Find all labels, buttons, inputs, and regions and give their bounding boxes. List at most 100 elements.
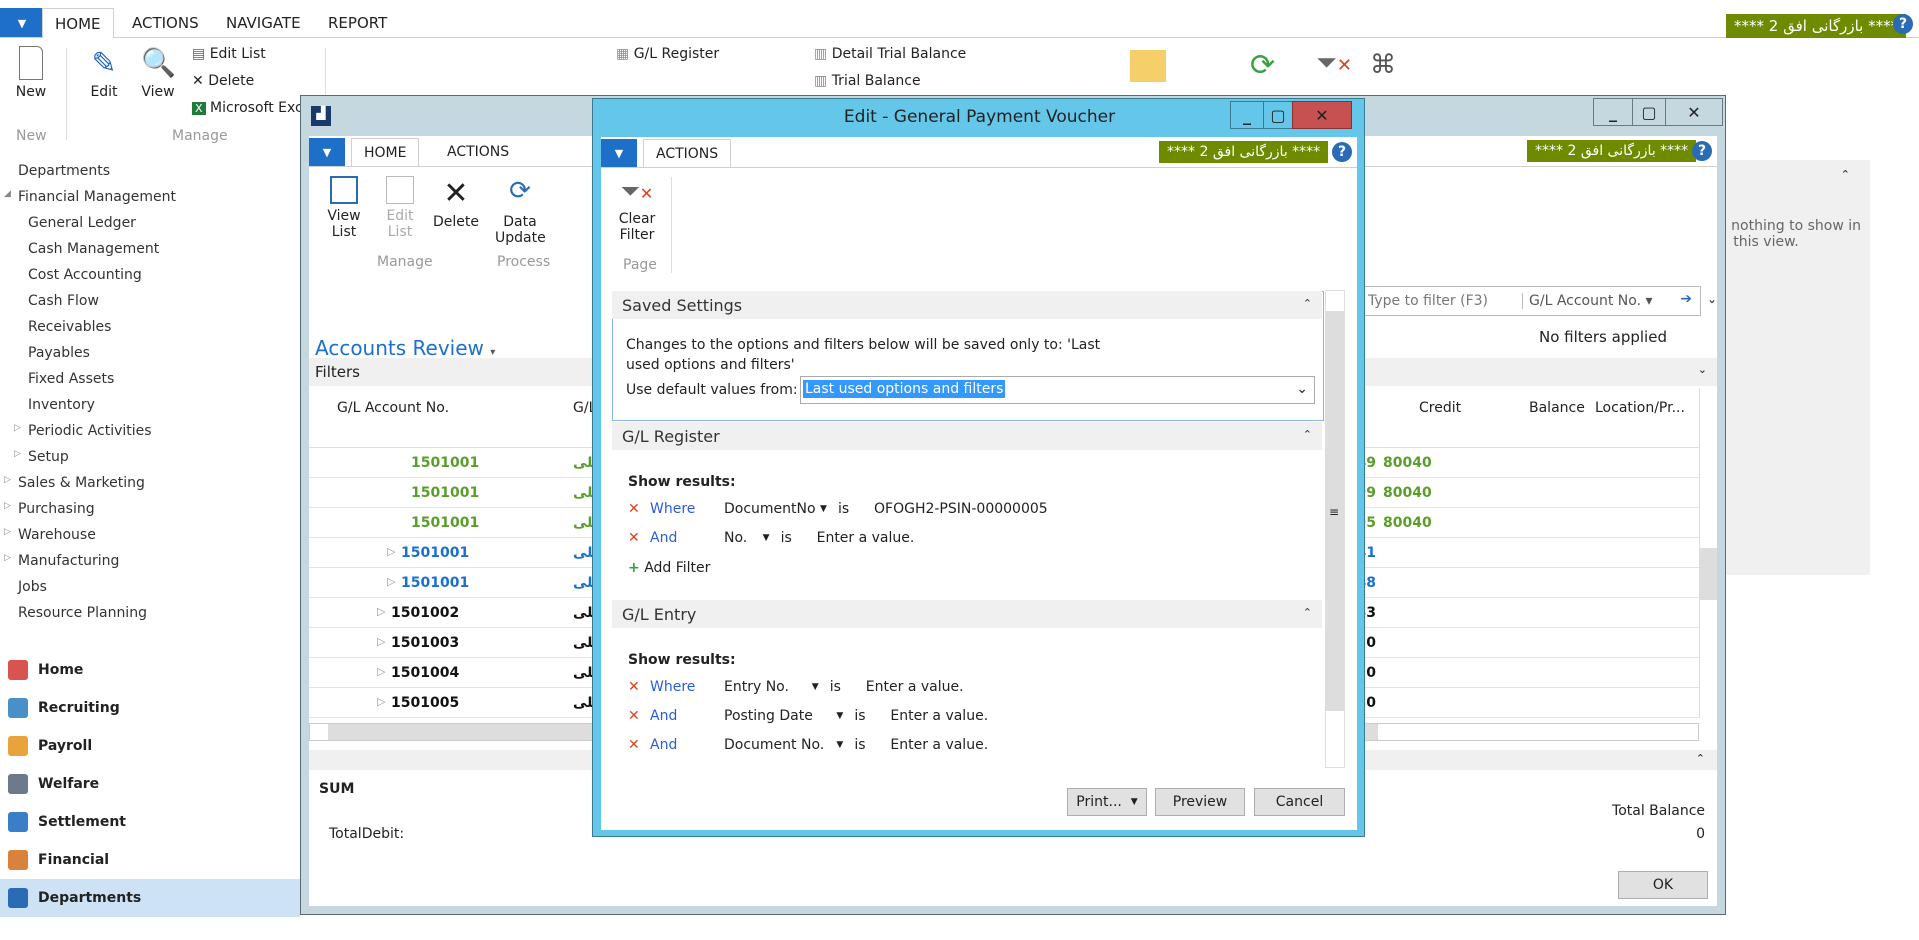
sidebar-button[interactable]: Recruiting — [0, 689, 300, 727]
filter-field-select[interactable]: Document No. — [724, 737, 824, 753]
filter-operator[interactable]: And — [650, 708, 677, 724]
minimize-button[interactable]: _ — [1230, 101, 1264, 129]
gl-register-button[interactable]: ▦ G/L Register — [616, 46, 719, 62]
tab-actions[interactable]: ACTIONS — [435, 138, 521, 166]
expander-icon[interactable]: ▷ — [4, 527, 11, 537]
gl-entry-header[interactable]: G/L Entry ⌃ — [612, 600, 1322, 628]
sidebar-item[interactable]: Payables — [28, 345, 90, 361]
help-icon[interactable]: ? — [1893, 14, 1913, 34]
dialog-menu-button[interactable]: ▼ — [601, 139, 637, 167]
collapse-icon[interactable]: ⌃ — [1841, 168, 1850, 181]
maximize-button[interactable]: ▢ — [1632, 98, 1666, 126]
sidebar-item[interactable]: Cash Flow — [28, 293, 99, 309]
filter-field-select[interactable]: Entry No. — [724, 679, 789, 695]
add-filter-button[interactable]: + Add Filter — [628, 560, 710, 576]
filter-value-input[interactable]: OFOGH2-PSIN-00000005 — [874, 501, 1048, 517]
expand-row-icon[interactable]: ▷ — [377, 665, 385, 678]
col-account[interactable]: G/L Account No. — [337, 400, 449, 416]
expander-icon[interactable]: ▷ — [4, 475, 11, 485]
filter-value-input[interactable]: Enter a value. — [866, 679, 964, 695]
col-balance[interactable]: Balance — [1529, 400, 1585, 416]
expand-row-icon[interactable]: ▷ — [377, 605, 385, 618]
remove-filter-icon[interactable]: ✕ — [628, 501, 640, 517]
filter-value-input[interactable]: Enter a value. — [890, 737, 988, 753]
gl-register-header[interactable]: G/L Register ⌃ — [612, 422, 1322, 450]
sidebar-item[interactable]: Cost Accounting — [28, 267, 142, 283]
vertical-scrollbar[interactable] — [1699, 388, 1717, 718]
minimize-button[interactable]: _ — [1593, 98, 1633, 126]
filter-field-select[interactable]: DocumentNo — [724, 501, 816, 517]
filter-operator[interactable]: And — [650, 530, 677, 546]
maximize-button[interactable]: ▢ — [1263, 101, 1293, 129]
sidebar-button[interactable]: Settlement — [0, 803, 300, 841]
new-button[interactable]: New — [10, 46, 52, 100]
col-location[interactable]: Location/Pr... — [1595, 400, 1685, 416]
expand-row-icon[interactable]: ▷ — [387, 545, 395, 558]
sidebar-item[interactable]: ▷ Manufacturing — [4, 553, 119, 569]
app-menu-button[interactable]: ▼ — [0, 8, 44, 38]
sidebar-item[interactable]: ◢ Financial Management — [4, 189, 176, 205]
sidebar-item[interactable]: General Ledger — [28, 215, 136, 231]
clear-filter-button[interactable]: ⏷✕ Clear Filter — [615, 177, 659, 243]
delete-button[interactable]: ✕ Delete — [433, 176, 479, 230]
filter-field-select[interactable]: G/L Account No. ▾ — [1522, 293, 1653, 309]
view-list-button[interactable]: View List — [323, 176, 365, 240]
sidebar-button[interactable]: Payroll — [0, 727, 300, 765]
expander-icon[interactable]: ▷ — [4, 553, 11, 563]
filter-operator[interactable]: Where — [650, 501, 695, 517]
dialog-scrollbar[interactable]: ≡ — [1325, 290, 1345, 768]
filter-input[interactable]: Type to filter (F3) — [1368, 293, 1488, 309]
tab-home[interactable]: HOME — [351, 138, 420, 167]
tab-actions[interactable]: ACTIONS — [643, 139, 732, 168]
close-button[interactable]: ✕ — [1665, 98, 1723, 126]
window-menu-button[interactable]: ▼ — [309, 138, 345, 166]
tab-home[interactable]: HOME — [42, 8, 114, 38]
expander-icon[interactable]: ▷ — [14, 449, 21, 459]
data-update-button[interactable]: ⟳ Data Update — [495, 176, 546, 246]
help-icon[interactable]: ? — [1332, 142, 1352, 162]
expand-row-icon[interactable]: ▷ — [377, 695, 385, 708]
sidebar-button[interactable]: Financial — [0, 841, 300, 879]
notes-icon[interactable] — [1130, 50, 1166, 82]
expander-icon[interactable]: ◢ — [4, 189, 11, 199]
expand-row-icon[interactable]: ▷ — [377, 635, 385, 648]
page-title[interactable]: Accounts Review ▾ — [315, 336, 495, 360]
delete-button[interactable]: ✕ Delete — [192, 73, 254, 89]
remove-filter-icon[interactable]: ✕ — [628, 530, 640, 546]
refresh-icon[interactable]: ⟳ — [1250, 48, 1275, 83]
expand-icon[interactable]: ⌄ — [1707, 292, 1717, 306]
sidebar-item[interactable]: Resource Planning — [18, 605, 147, 621]
sidebar-button[interactable]: Departments — [0, 879, 300, 917]
filter-field-select[interactable]: Posting Date — [724, 708, 813, 724]
dropdown-arrow-icon[interactable]: ▼ — [812, 682, 819, 692]
excel-button[interactable]: X Microsoft Excel — [192, 100, 315, 116]
sidebar-item[interactable]: Receivables — [28, 319, 111, 335]
sidebar-item[interactable]: ▷ Warehouse — [4, 527, 96, 543]
preview-button[interactable]: Preview — [1155, 788, 1245, 816]
help-icon[interactable]: ? — [1692, 141, 1712, 161]
expander-icon[interactable]: ▷ — [14, 423, 21, 433]
dropdown-arrow-icon[interactable]: ▼ — [836, 740, 843, 750]
tab-navigate[interactable]: NAVIGATE — [214, 8, 313, 38]
filter-field-select[interactable]: No. — [724, 530, 747, 546]
sidebar-item[interactable]: Inventory — [28, 397, 95, 413]
remove-filter-icon[interactable]: ✕ — [628, 708, 640, 724]
clear-filter-icon[interactable]: ⏷✕ — [1316, 48, 1352, 79]
find-binoculars-icon[interactable]: ⌘ — [1370, 50, 1396, 80]
detail-trial-balance-button[interactable]: ▥ Detail Trial Balance — [814, 46, 966, 62]
sidebar-item[interactable]: ▷ Setup — [14, 449, 69, 465]
default-values-select[interactable]: Last used options and filters ⌄ — [800, 376, 1315, 404]
sidebar-item[interactable]: ▷ Periodic Activities — [14, 423, 152, 439]
filter-value-input[interactable]: Enter a value. — [817, 530, 915, 546]
tab-actions[interactable]: ACTIONS — [120, 8, 211, 38]
tab-report[interactable]: REPORT — [316, 8, 399, 38]
sidebar-item[interactable]: ▷ Purchasing — [4, 501, 95, 517]
filter-operator[interactable]: Where — [650, 679, 695, 695]
sidebar-item[interactable]: Cash Management — [28, 241, 159, 257]
edit-list-button[interactable]: ▤ Edit List — [192, 46, 266, 62]
sidebar-item[interactable]: Departments — [18, 163, 110, 179]
scroll-thumb[interactable] — [1700, 548, 1717, 600]
sidebar-item[interactable]: ▷ Sales & Marketing — [4, 475, 145, 491]
filter-value-input[interactable]: Enter a value. — [890, 708, 988, 724]
filter-operator[interactable]: And — [650, 737, 677, 753]
